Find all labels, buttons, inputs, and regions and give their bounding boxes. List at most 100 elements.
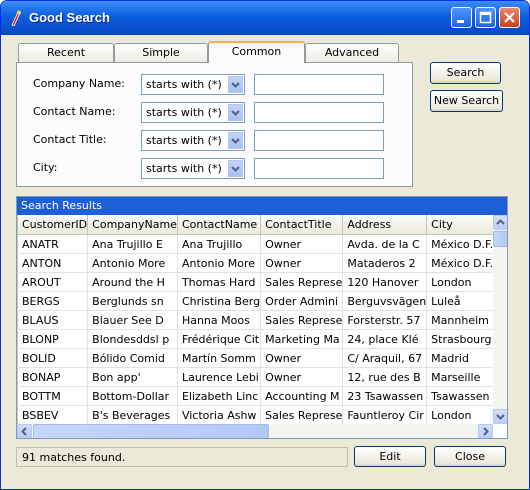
- table-cell[interactable]: London: [426, 272, 493, 292]
- table-row[interactable]: BOLID Bólido Comid Martín Somm Owner C/ Araq…: [17, 348, 493, 368]
- tab-recent[interactable]: Recent: [18, 43, 114, 62]
- table-cell[interactable]: Berglunds sn: [87, 291, 178, 311]
- chevron-down-icon[interactable]: [228, 160, 243, 177]
- scroll-left-button[interactable]: [17, 424, 32, 438]
- table-cell[interactable]: México D.F.: [426, 234, 493, 254]
- table-cell[interactable]: Laurence Lebi: [177, 367, 262, 387]
- table-cell[interactable]: Owner: [260, 234, 344, 254]
- close-button[interactable]: Close: [434, 446, 506, 467]
- table-cell[interactable]: Accounting M: [260, 386, 344, 406]
- column-header-customerid[interactable]: CustomerID: [17, 215, 89, 235]
- title-bar[interactable]: Good Search: [1, 1, 529, 35]
- table-cell[interactable]: 24, place Klé: [342, 329, 428, 349]
- table-cell[interactable]: Order Admini: [260, 291, 344, 311]
- table-row[interactable]: ANATR Ana Trujillo E Ana Trujillo Owner Avda…: [17, 234, 493, 254]
- table-cell[interactable]: Madrid: [426, 348, 493, 368]
- table-cell[interactable]: Strasbourg: [426, 329, 493, 349]
- table-cell[interactable]: Marketing Ma: [260, 329, 344, 349]
- table-cell[interactable]: B's Beverages: [87, 405, 178, 424]
- table-cell[interactable]: Berguvsvägen: [342, 291, 428, 311]
- table-cell[interactable]: ANATR: [17, 234, 89, 254]
- table-cell[interactable]: Sales Represe: [260, 405, 344, 424]
- table-cell[interactable]: BLONP: [17, 329, 89, 349]
- table-cell[interactable]: BLAUS: [17, 310, 89, 330]
- table-cell[interactable]: Luleå: [426, 291, 493, 311]
- close-window-button[interactable]: [499, 7, 520, 28]
- table-cell[interactable]: Sales Represe: [260, 272, 344, 292]
- search-button[interactable]: Search: [430, 62, 501, 84]
- table-cell[interactable]: Blondesddsl p: [87, 329, 178, 349]
- table-row[interactable]: BSBEV B's Beverages Victoria Ashw Sales Rep…: [17, 405, 493, 424]
- contact-name-input[interactable]: [254, 102, 384, 123]
- table-cell[interactable]: Hanna Moos: [177, 310, 262, 330]
- contact-title-input[interactable]: [254, 130, 384, 151]
- edit-button[interactable]: Edit: [354, 446, 426, 467]
- contact-name-operator-select[interactable]: starts with (*): [141, 102, 245, 123]
- table-cell[interactable]: AROUT: [17, 272, 89, 292]
- table-cell[interactable]: Owner: [260, 367, 344, 387]
- table-cell[interactable]: Bottom-Dollar: [87, 386, 178, 406]
- table-cell[interactable]: Owner: [260, 253, 344, 273]
- table-cell[interactable]: Around the H: [87, 272, 178, 292]
- table-cell[interactable]: Ana Trujillo E: [87, 234, 178, 254]
- table-cell[interactable]: Victoria Ashw: [177, 405, 262, 424]
- vertical-scroll-thumb[interactable]: [493, 231, 507, 247]
- table-cell[interactable]: BONAP: [17, 367, 89, 387]
- chevron-down-icon[interactable]: [228, 132, 243, 149]
- table-cell[interactable]: Martín Somm: [177, 348, 262, 368]
- table-cell[interactable]: 23 Tsawassen: [342, 386, 428, 406]
- table-cell[interactable]: Elizabeth Linc: [177, 386, 262, 406]
- table-cell[interactable]: ANTON: [17, 253, 89, 273]
- table-cell[interactable]: Tsawassen: [426, 386, 493, 406]
- chevron-down-icon[interactable]: [228, 76, 243, 93]
- table-cell[interactable]: Bólido Comid: [87, 348, 178, 368]
- table-cell[interactable]: México D.F.: [426, 253, 493, 273]
- table-cell[interactable]: Marseille: [426, 367, 493, 387]
- table-cell[interactable]: 12, rue des B: [342, 367, 428, 387]
- horizontal-scrollbar[interactable]: [17, 424, 493, 438]
- horizontal-scroll-thumb[interactable]: [33, 424, 269, 438]
- table-row[interactable]: BERGS Berglunds sn Christina Berg Order Adm…: [17, 291, 493, 311]
- table-cell[interactable]: Thomas Hard: [177, 272, 262, 292]
- table-cell[interactable]: Antonio More: [177, 253, 262, 273]
- table-cell[interactable]: Fauntleroy Cir: [342, 405, 428, 424]
- tab-common[interactable]: Common: [208, 41, 305, 63]
- table-row[interactable]: BOTTM Bottom-Dollar Elizabeth Linc Accounti…: [17, 386, 493, 406]
- new-search-button[interactable]: New Search: [430, 90, 503, 112]
- table-cell[interactable]: Christina Berg: [177, 291, 262, 311]
- city-input[interactable]: [254, 158, 384, 179]
- table-cell[interactable]: Mataderos 2: [342, 253, 428, 273]
- table-cell[interactable]: London: [426, 405, 493, 424]
- city-operator-select[interactable]: starts with (*): [141, 158, 245, 179]
- table-row[interactable]: BLONP Blondesddsl p Frédérique Cit Marketin…: [17, 329, 493, 349]
- table-cell[interactable]: 120 Hanover: [342, 272, 428, 292]
- column-header-city[interactable]: City: [426, 215, 493, 235]
- table-cell[interactable]: Forsterstr. 57: [342, 310, 428, 330]
- table-row[interactable]: BONAP Bon app' Laurence Lebi Owner 12, rue d…: [17, 367, 493, 387]
- table-cell[interactable]: Frédérique Cit: [177, 329, 262, 349]
- table-cell[interactable]: Ana Trujillo: [177, 234, 262, 254]
- table-cell[interactable]: BERGS: [17, 291, 89, 311]
- table-row[interactable]: ANTON Antonio More Antonio More Owner Matade…: [17, 253, 493, 273]
- vertical-scrollbar[interactable]: [493, 215, 507, 424]
- table-row[interactable]: BLAUS Blauer See D Hanna Moos Sales Represe…: [17, 310, 493, 330]
- table-cell[interactable]: BOLID: [17, 348, 89, 368]
- table-cell[interactable]: BOTTM: [17, 386, 89, 406]
- table-cell[interactable]: C/ Araquil, 67: [342, 348, 428, 368]
- table-cell[interactable]: Avda. de la C: [342, 234, 428, 254]
- column-header-address[interactable]: Address: [342, 215, 428, 235]
- scroll-right-button[interactable]: [478, 424, 493, 438]
- table-cell[interactable]: BSBEV: [17, 405, 89, 424]
- table-cell[interactable]: Bon app': [87, 367, 178, 387]
- table-cell[interactable]: Sales Represe: [260, 310, 344, 330]
- table-cell[interactable]: Owner: [260, 348, 344, 368]
- column-header-companyname[interactable]: CompanyName: [87, 215, 178, 235]
- column-header-contacttitle[interactable]: ContactTitle: [260, 215, 344, 235]
- table-cell[interactable]: Antonio More: [87, 253, 178, 273]
- tab-advanced[interactable]: Advanced: [305, 43, 399, 62]
- chevron-down-icon[interactable]: [228, 104, 243, 121]
- table-cell[interactable]: Blauer See D: [87, 310, 178, 330]
- table-row[interactable]: AROUT Around the H Thomas Hard Sales Repres…: [17, 272, 493, 292]
- tab-simple[interactable]: Simple: [114, 43, 208, 62]
- company-name-input[interactable]: [254, 74, 384, 95]
